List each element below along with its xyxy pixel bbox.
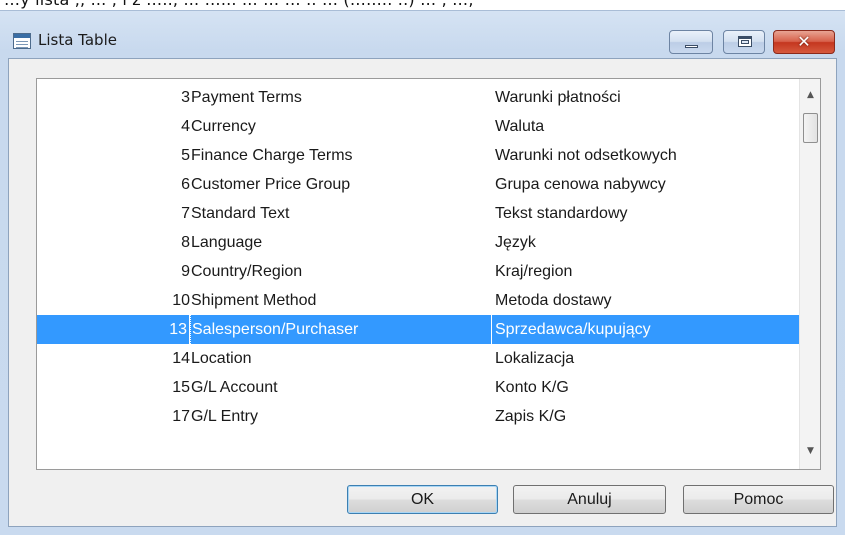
row-name: G/L Account [191, 379, 278, 396]
row-name: Location [191, 350, 252, 367]
scroll-up-icon[interactable]: ▲ [800, 85, 820, 105]
row-number: 5 [181, 147, 190, 164]
row-name: Shipment Method [191, 292, 317, 309]
row-number: 14 [172, 350, 190, 367]
row-polish-name: Język [495, 234, 536, 251]
table-row[interactable]: 5 Finance Charge Terms Warunki not odsetko… [37, 141, 799, 170]
row-name: Salesperson/Purchaser [190, 315, 492, 344]
desktop-background-text: …y lista ,, ... , i z ….., ... …... ... … [4, 0, 474, 9]
row-polish-name: Grupa cenowa nabywcy [495, 176, 666, 193]
row-name: G/L Entry [191, 408, 258, 425]
row-number: 17 [172, 408, 190, 425]
row-number: 8 [181, 234, 190, 251]
scroll-down-icon[interactable]: ▼ [800, 441, 820, 461]
maximize-icon [738, 36, 752, 47]
row-name: Country/Region [191, 263, 303, 280]
minimize-button[interactable] [669, 30, 713, 54]
dialog-body: 17 G/L Entry Zapis K/G 15 G/L Account Konto K… [8, 58, 837, 527]
row-number: 9 [181, 263, 190, 280]
table-row[interactable]: 3 Payment Terms Warunki płatności [37, 83, 799, 112]
row-number: 10 [172, 292, 190, 309]
row-number: 15 [172, 379, 190, 396]
table-row[interactable]: 6 Customer Price Group Grupa cenowa nabywc… [37, 170, 799, 199]
cancel-button[interactable]: Anuluj [513, 485, 666, 514]
row-polish-name: Warunki płatności [495, 89, 621, 106]
table-row[interactable]: 13 Salesperson/Purchaser Sprzedawca/kupują… [37, 315, 799, 344]
table-list[interactable]: 17 G/L Entry Zapis K/G 15 G/L Account Konto K… [36, 78, 821, 470]
row-polish-name: Kraj/region [495, 263, 573, 280]
close-button[interactable]: ✕ [773, 30, 835, 54]
close-icon: ✕ [797, 32, 811, 51]
row-polish-name: Sprzedawca/kupujący [495, 321, 651, 338]
table-row[interactable]: 14 Location Lokalizacja [37, 344, 799, 373]
table-icon [13, 33, 31, 49]
table-row[interactable]: 10 Shipment Method Metoda dostawy [37, 286, 799, 315]
row-name: Payment Terms [191, 89, 302, 106]
row-name: Currency [191, 118, 256, 135]
vertical-scrollbar[interactable]: ▲ ▼ [799, 79, 820, 469]
minimize-icon [685, 45, 698, 48]
row-polish-name: Warunki not odsetkowych [495, 147, 677, 164]
table-row[interactable]: 15 G/L Account Konto K/G [37, 373, 799, 402]
row-name: Language [191, 234, 263, 251]
desktop-background: …y lista ,, ... , i z ….., ... …... ... … [0, 0, 845, 10]
ok-button[interactable]: OK [347, 485, 498, 514]
maximize-button[interactable] [723, 30, 765, 54]
row-polish-name: Konto K/G [495, 379, 569, 396]
table-row[interactable]: 8 Language Język [37, 228, 799, 257]
window-title: Lista Table [38, 31, 117, 49]
row-polish-name: Waluta [495, 118, 545, 135]
row-polish-name: Tekst standardowy [495, 205, 628, 222]
row-number: 4 [181, 118, 190, 135]
table-row[interactable]: 9 Country/Region Kraj/region [37, 257, 799, 286]
row-number: 3 [181, 89, 190, 106]
table-row[interactable]: 7 Standard Text Tekst standardowy [37, 199, 799, 228]
row-number: 6 [181, 176, 190, 193]
row-polish-name: Metoda dostawy [495, 292, 612, 309]
row-number: 7 [181, 205, 190, 222]
row-polish-name: Zapis K/G [495, 408, 567, 425]
row-polish-name: Lokalizacja [495, 350, 575, 367]
scroll-thumb[interactable] [803, 113, 818, 143]
table-row[interactable]: 17 G/L Entry Zapis K/G [37, 402, 799, 431]
dialog-window: Lista Table ✕ 17 G/L Entry Zapis K/G 15 G/L … [0, 10, 845, 535]
table-row[interactable]: 4 Currency Waluta [37, 112, 799, 141]
row-name: Finance Charge Terms [191, 147, 353, 164]
row-name: Customer Price Group [191, 176, 351, 193]
row-name: Standard Text [191, 205, 290, 222]
row-number: 13 [37, 315, 190, 344]
help-button[interactable]: Pomoc [683, 485, 834, 514]
